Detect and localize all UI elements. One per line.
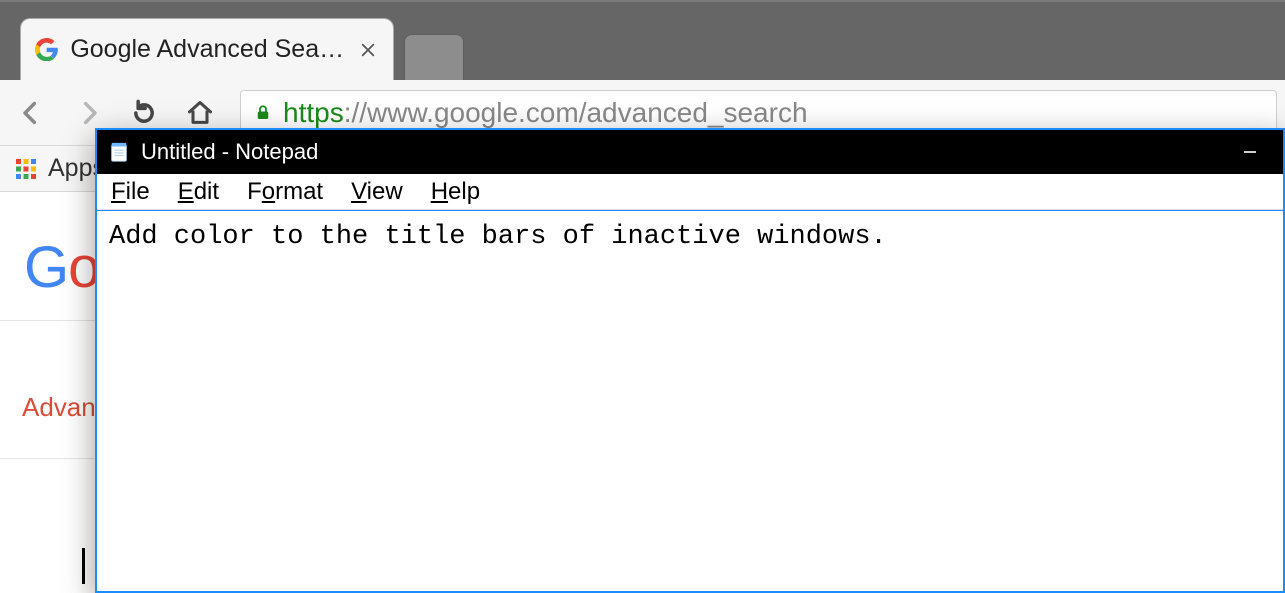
notepad-editor[interactable]: [97, 210, 1283, 591]
menu-edit[interactable]: Edit: [178, 178, 219, 206]
url-schemesep: ://: [344, 97, 367, 128]
home-icon[interactable]: [186, 99, 214, 127]
browser-tab-inactive-stub[interactable]: [404, 34, 464, 80]
notepad-titlebar[interactable]: Untitled - Notepad: [97, 130, 1283, 174]
apps-icon[interactable]: [14, 157, 38, 181]
notepad-menubar: File Edit Format View Help: [97, 174, 1283, 210]
browser-tab-active[interactable]: Google Advanced Search: [20, 18, 394, 80]
menu-file[interactable]: File: [111, 178, 150, 206]
back-icon[interactable]: [18, 99, 46, 127]
url-path: /advanced_search: [579, 97, 808, 128]
notepad-title-text: Untitled - Notepad: [141, 139, 318, 165]
tab-close-icon[interactable]: [358, 39, 379, 61]
notepad-window[interactable]: Untitled - Notepad File Edit Format View…: [95, 128, 1285, 593]
google-favicon: [35, 38, 58, 62]
url-host: www.google.com: [367, 97, 579, 128]
browser-tabstrip: Google Advanced Search: [0, 2, 1285, 80]
browser-url: https://www.google.com/advanced_search: [283, 97, 808, 129]
url-scheme: https: [283, 97, 344, 128]
reload-icon[interactable]: [130, 99, 158, 127]
menu-help[interactable]: Help: [431, 178, 480, 206]
menu-view[interactable]: View: [351, 178, 403, 206]
menu-format[interactable]: Format: [247, 178, 323, 206]
text-caret: [82, 548, 85, 584]
forward-icon[interactable]: [74, 99, 102, 127]
browser-tab-title: Google Advanced Search: [70, 35, 345, 64]
minimize-button[interactable]: [1221, 130, 1279, 174]
notepad-icon: [107, 140, 131, 164]
lock-icon: [253, 103, 273, 123]
